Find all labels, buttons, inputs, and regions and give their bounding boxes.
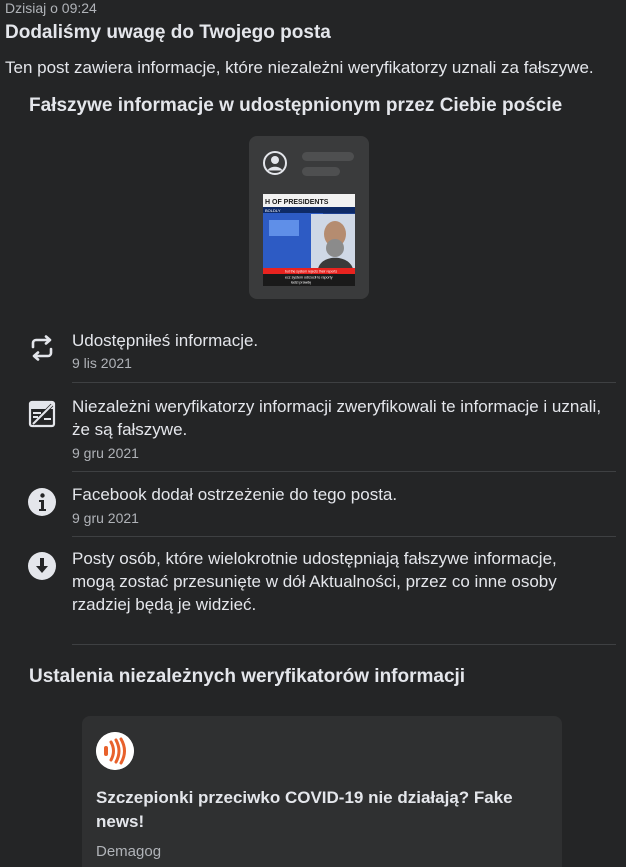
fact-check-article-title[interactable]: Szczepionki przeciwko COVID-19 nie dział… [96, 786, 536, 834]
down-arrow-icon [28, 552, 56, 580]
thumb-banner-text: H OF PRESIDENTS [265, 199, 329, 206]
divider [72, 471, 616, 472]
notification-subline: Ten post zawiera informacje, które nieza… [5, 58, 594, 77]
post-section-title: Fałszywe informacje w udostępnionym prze… [29, 95, 563, 116]
divider [72, 644, 616, 645]
thumb-caption-line3: ładzi prawdę [291, 281, 311, 285]
timeline-text: Posty osób, które wielokrotnie udostępni… [72, 549, 557, 614]
timeline-date: 9 gru 2021 [72, 510, 139, 526]
placeholder-name-line [302, 152, 354, 161]
fact-check-section-title: Ustalenia niezależnych weryfikatorów inf… [29, 666, 466, 687]
notification-timestamp: Dzisiaj o 09:24 [5, 0, 97, 16]
timeline-date: 9 lis 2021 [72, 355, 132, 371]
profile-icon [263, 151, 287, 175]
video-thumbnail-image: H OF PRESIDENTS BOLDLY but the system re… [263, 194, 355, 286]
info-icon [28, 488, 56, 516]
notification-headline: Dodaliśmy uwagę do Twojego posta [5, 22, 331, 43]
timeline-text: Udostępniłeś informacje. [72, 331, 259, 350]
divider [72, 382, 616, 383]
fact-check-source: Demagog [96, 843, 162, 860]
timeline-date: 9 gru 2021 [72, 445, 139, 461]
share-icon [31, 335, 53, 361]
thumb-caption-line2: ecz system odrzucił te raporty [285, 276, 333, 280]
divider [72, 536, 616, 537]
post-preview-card[interactable]: H OF PRESIDENTS BOLDLY but the system re… [249, 136, 369, 299]
post-thumbnail[interactable]: H OF PRESIDENTS BOLDLY but the system re… [263, 194, 355, 286]
timeline-text: Facebook dodał ostrzeżenie do tego posta… [72, 485, 398, 504]
thumb-small-text: BOLDLY [265, 208, 281, 213]
thumb-caption-line1: but the system rejects their reports [285, 270, 337, 274]
placeholder-date-line [302, 167, 340, 176]
timeline-text: Niezależni weryfikatorzy informacji zwer… [72, 397, 602, 439]
fact-check-icon [28, 400, 56, 428]
demagog-logo-icon [96, 732, 134, 770]
fact-check-article-card[interactable]: Szczepionki przeciwko COVID-19 nie dział… [82, 716, 562, 867]
